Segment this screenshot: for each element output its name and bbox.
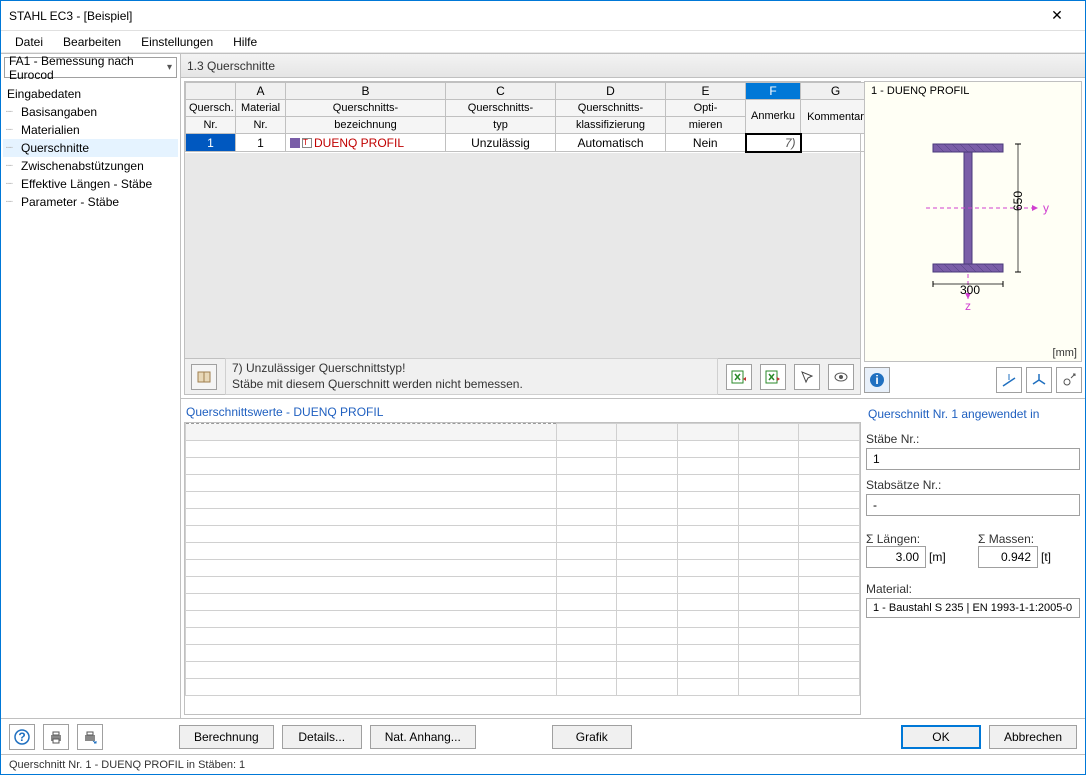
tree-root[interactable]: Eingabedaten — [3, 85, 178, 103]
usage-header: Querschnitt Nr. 1 angewendet in — [866, 404, 1080, 424]
usage-panel: Querschnitt Nr. 1 angewendet in Stäbe Nr… — [864, 402, 1082, 715]
material-label: Material: — [866, 582, 1080, 596]
main-area: FA1 - Bemessung nach Eurocod ▾ Eingabeda… — [1, 53, 1085, 718]
row-bez[interactable]: TDUENQ PROFIL — [286, 134, 446, 152]
preview-canvas[interactable]: y z 650 300 — [865, 100, 1081, 347]
grid-empty — [185, 153, 860, 359]
col-D[interactable]: D — [556, 83, 666, 100]
tree-querschnitte[interactable]: Querschnitte — [3, 139, 178, 157]
lower-row: Querschnittswerte - DUENQ PROFIL — [181, 398, 1085, 718]
details-button[interactable]: Details... — [282, 725, 362, 749]
section-values-header: Querschnittswerte - DUENQ PROFIL — [184, 402, 861, 422]
grafik-button[interactable]: Grafik — [552, 725, 632, 749]
row-klass[interactable]: Automatisch — [556, 134, 666, 152]
library-button[interactable] — [191, 364, 217, 390]
status-bar: Querschnitt Nr. 1 - DUENQ PROFIL in Stäb… — [1, 754, 1085, 774]
sets-label: Stabsätze Nr.: — [866, 478, 1080, 492]
length-label: Σ Längen: — [866, 532, 968, 546]
col-G[interactable]: G — [801, 83, 871, 100]
title-bar: STAHL EC3 - [Beispiel] ✕ — [1, 1, 1085, 31]
section-values-table[interactable] — [184, 422, 861, 715]
col-F[interactable]: F — [746, 83, 801, 100]
col-C[interactable]: C — [446, 83, 556, 100]
mass-value: 0.942 — [978, 546, 1038, 568]
section-preview: 1 - DUENQ PROFIL — [864, 81, 1082, 362]
mass-label: Σ Massen: — [978, 532, 1080, 546]
grid[interactable]: A B C D E F G Quersch. Material Querschn… — [185, 82, 860, 153]
material-value[interactable]: 1 - Baustahl S 235 | EN 1993-1-1:2005-0 — [866, 598, 1080, 618]
menu-settings[interactable]: Einstellungen — [133, 33, 221, 51]
row-typ[interactable]: Unzulässig — [446, 134, 556, 152]
print-button[interactable] — [43, 724, 69, 750]
help-button[interactable]: ? — [9, 724, 35, 750]
ok-button[interactable]: OK — [901, 725, 981, 749]
row-kom[interactable] — [801, 134, 871, 152]
message-text: 7) Unzulässiger Querschnittstyp! Stäbe m… — [225, 358, 718, 395]
preview-title: 1 - DUENQ PROFIL — [865, 82, 1081, 100]
chevron-down-icon: ▾ — [167, 62, 172, 73]
tree-zwischen[interactable]: Zwischenabstützungen — [3, 157, 178, 175]
section-header: 1.3 Querschnitte — [181, 54, 1085, 78]
preview-panel: 1 - DUENQ PROFIL — [864, 81, 1082, 395]
combo-text: FA1 - Bemessung nach Eurocod — [9, 54, 167, 82]
row-nr[interactable]: 1 — [186, 134, 236, 152]
section-type-icon: T — [302, 138, 312, 148]
center-panel: 1.3 Querschnitte A B — [181, 54, 1085, 718]
case-combo[interactable]: FA1 - Bemessung nach Eurocod ▾ — [4, 57, 177, 78]
cancel-button[interactable]: Abbrechen — [989, 725, 1077, 749]
col-A[interactable]: A — [236, 83, 286, 100]
svg-text:?: ? — [18, 730, 25, 744]
info-button[interactable]: i — [864, 367, 890, 393]
axis-xyz-button[interactable] — [1026, 367, 1052, 393]
eye-button[interactable] — [828, 364, 854, 390]
calc-button[interactable]: Berechnung — [179, 725, 274, 749]
upper-row: A B C D E F G Quersch. Material Querschn… — [181, 78, 1085, 398]
excel-import-button[interactable] — [760, 364, 786, 390]
left-panel: FA1 - Bemessung nach Eurocod ▾ Eingabeda… — [1, 54, 181, 718]
section-values-panel: Querschnittswerte - DUENQ PROFIL — [184, 402, 861, 715]
row-opt[interactable]: Nein — [666, 134, 746, 152]
row-anm[interactable]: 7) — [746, 134, 801, 152]
svg-text:y: y — [1043, 201, 1049, 215]
axis-y-button[interactable] — [996, 367, 1022, 393]
length-value: 3.00 — [866, 546, 926, 568]
nav-tree: Eingabedaten Basisangaben Materialien Qu… — [1, 81, 180, 718]
col-E[interactable]: E — [666, 83, 746, 100]
preview-toolbar: i — [864, 365, 1082, 395]
svg-text:z: z — [965, 299, 971, 313]
excel-export-button[interactable] — [726, 364, 752, 390]
table-row[interactable]: 1 1 TDUENQ PROFIL Unzulässig Automatisch… — [186, 134, 871, 152]
svg-text:i: i — [875, 373, 878, 387]
tree-basisangaben[interactable]: Basisangaben — [3, 103, 178, 121]
menu-help[interactable]: Hilfe — [225, 33, 265, 51]
window-title: STAHL EC3 - [Beispiel] — [9, 9, 1037, 23]
members-label: Stäbe Nr.: — [866, 432, 1080, 446]
nat-annex-button[interactable]: Nat. Anhang... — [370, 725, 476, 749]
menu-bar: Datei Bearbeiten Einstellungen Hilfe — [1, 31, 1085, 53]
cross-section-table: A B C D E F G Quersch. Material Querschn… — [184, 81, 861, 395]
tree-materialien[interactable]: Materialien — [3, 121, 178, 139]
members-value[interactable]: 1 — [866, 448, 1080, 470]
menu-edit[interactable]: Bearbeiten — [55, 33, 129, 51]
settings-button[interactable] — [1056, 367, 1082, 393]
close-button[interactable]: ✕ — [1037, 7, 1077, 24]
tree-parameter[interactable]: Parameter - Stäbe — [3, 193, 178, 211]
export-button[interactable] — [77, 724, 103, 750]
section-color-icon — [290, 138, 300, 148]
sets-value[interactable]: - — [866, 494, 1080, 516]
pick-button[interactable] — [794, 364, 820, 390]
menu-file[interactable]: Datei — [7, 33, 51, 51]
i-beam-icon: y z 650 300 — [888, 114, 1058, 314]
tree-efflaengen[interactable]: Effektive Längen - Stäbe — [3, 175, 178, 193]
svg-text:650: 650 — [1011, 190, 1025, 210]
preview-unit: [mm] — [865, 347, 1081, 361]
svg-text:300: 300 — [960, 283, 980, 297]
row-mat[interactable]: 1 — [236, 134, 286, 152]
message-bar: 7) Unzulässiger Querschnittstyp! Stäbe m… — [185, 358, 860, 394]
button-bar: ? Berechnung Details... Nat. Anhang... G… — [1, 718, 1085, 754]
col-B[interactable]: B — [286, 83, 446, 100]
